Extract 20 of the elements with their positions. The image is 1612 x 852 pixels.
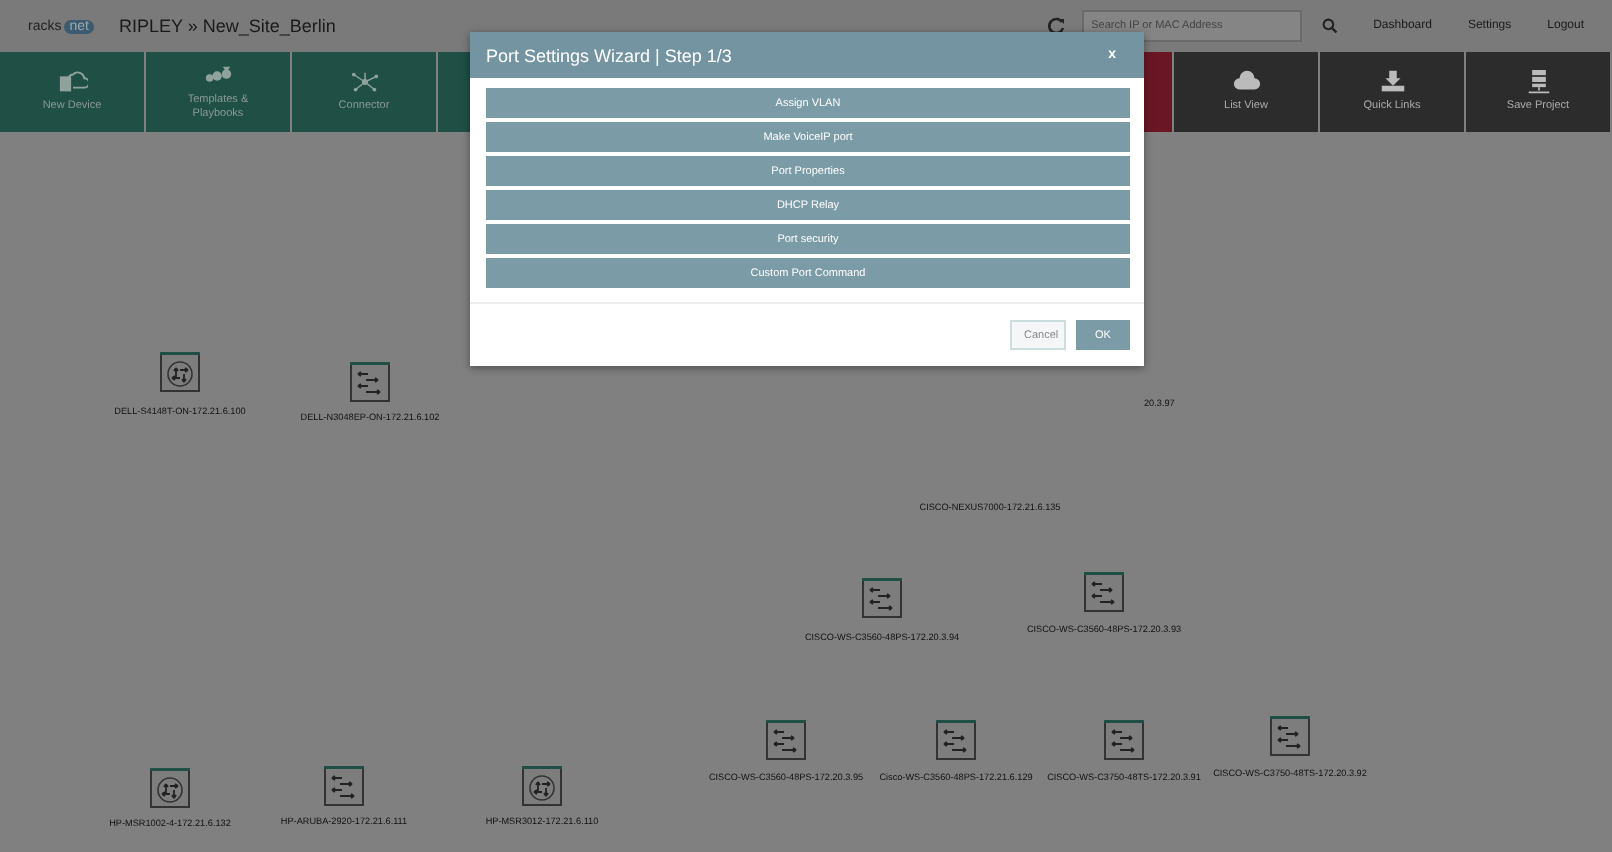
download-icon bbox=[1377, 70, 1407, 95]
search-icon[interactable] bbox=[1321, 18, 1338, 34]
switch-icon[interactable] bbox=[324, 766, 364, 806]
router-icon[interactable] bbox=[150, 768, 190, 808]
router-icon[interactable] bbox=[522, 766, 562, 806]
dialog-title: Port Settings Wizard | Step 1/3 bbox=[486, 45, 732, 65]
project-title: RIPLEY » New_Site_Berlin bbox=[118, 16, 336, 36]
router-icon[interactable] bbox=[160, 352, 200, 392]
server-icon bbox=[1523, 70, 1553, 95]
cloud-icon bbox=[1231, 70, 1261, 95]
switch-icon[interactable] bbox=[862, 578, 902, 618]
switch-icon[interactable] bbox=[1270, 716, 1310, 756]
switch-icon[interactable] bbox=[350, 362, 390, 402]
switch-icon[interactable] bbox=[766, 720, 806, 760]
switch-icon[interactable] bbox=[1104, 720, 1144, 760]
switch-icon[interactable] bbox=[1084, 572, 1124, 612]
cloud-server-icon bbox=[57, 70, 87, 95]
refresh-icon[interactable] bbox=[1045, 16, 1066, 36]
switch-icon[interactable] bbox=[936, 720, 976, 760]
network-icon bbox=[349, 70, 379, 95]
